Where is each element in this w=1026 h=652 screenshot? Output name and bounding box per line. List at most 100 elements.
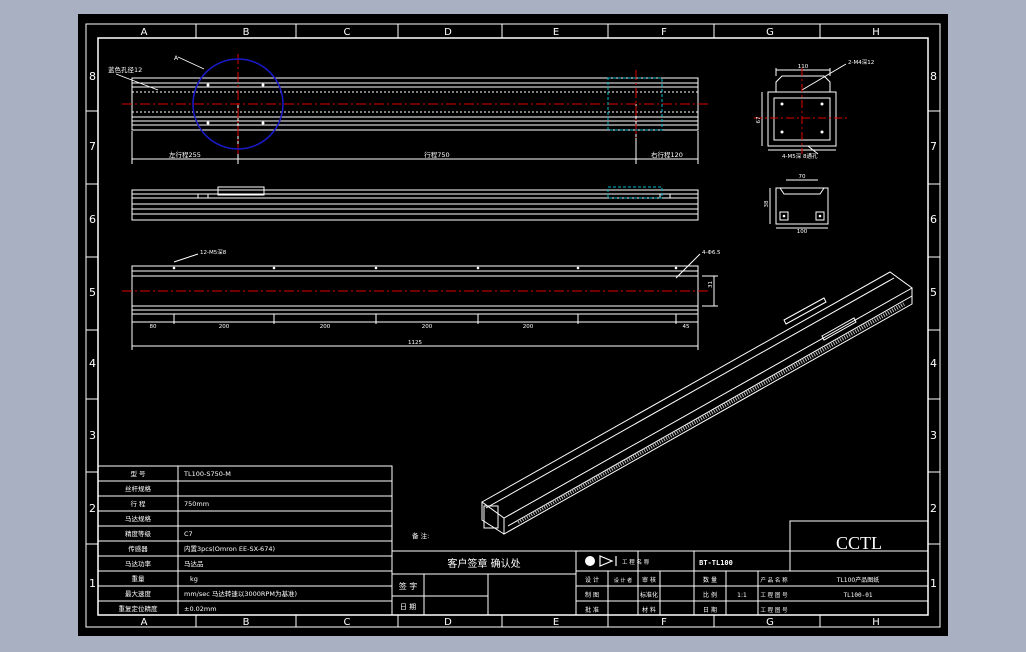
side-view xyxy=(131,186,699,221)
cad-drawing: A B C D E F G H A B C D E F G H 8 7 6 5 … xyxy=(85,23,941,628)
remarks-label: 备 注: xyxy=(412,531,429,540)
isometric-rail-hatch xyxy=(517,302,905,524)
title-block-drawing-code: TL100-01 xyxy=(844,592,873,599)
end-view-top-dim-width: 110 xyxy=(798,64,809,70)
column-ticks xyxy=(195,24,821,627)
end-view-top-note-bottom: 4-M5深 8通孔 xyxy=(782,152,818,160)
col-label-e-bottom: E xyxy=(553,617,559,628)
spec-label-repeat: 重复定位精度 xyxy=(119,604,159,613)
row-label-2-left: 2 xyxy=(89,502,96,515)
bottom-view-dim-height: 31 xyxy=(708,281,714,288)
title-block-designer-label: 设 计 xyxy=(585,576,599,584)
top-view-marker-a: A xyxy=(174,55,179,62)
spec-label-stroke: 行 程 xyxy=(130,499,146,508)
top-view-dim-stroke: 行程750 xyxy=(424,150,449,159)
spec-label-weight: 重量 xyxy=(132,575,146,583)
spec-label-accuracy: 精度等级 xyxy=(125,529,152,538)
row-label-1-right: 1 xyxy=(930,577,937,590)
end-view-top-note-right: 2-M4深12 xyxy=(848,58,874,66)
confirm-title: 客户签章 确认处 xyxy=(447,557,520,570)
spec-value-speed: mm/sec 马达转速以3000RPM为基准) xyxy=(184,589,297,598)
company-logo-icon xyxy=(585,555,617,567)
title-block-product-name: TL100产品图纸 xyxy=(836,576,879,584)
top-view-hole-note: 蓝色孔径12 xyxy=(108,65,142,74)
title-block-draft-label: 制 图 xyxy=(585,591,599,599)
top-view-dim-right: 右行程120 xyxy=(651,150,683,159)
spec-value-sensor: 内置3pcs(Omron EE-SX-674) xyxy=(184,544,275,553)
row-label-4-left: 4 xyxy=(89,357,96,370)
title-block-material-label: 材 料 xyxy=(642,606,656,614)
bottom-view-dim-seg-first: 80 xyxy=(150,324,157,330)
detail-box-side xyxy=(607,186,663,199)
brand-logo: CCTL xyxy=(836,533,882,553)
bottom-view-dim-seg-4: 200 xyxy=(523,324,534,330)
row-label-7-left: 7 xyxy=(89,140,96,153)
row-label-3-right: 3 xyxy=(930,429,937,442)
col-label-d-top: D xyxy=(444,27,452,38)
spec-value-power: 马达品 xyxy=(184,559,204,568)
title-block-drawing-no: BT-TL100 xyxy=(699,559,733,567)
bottom-view-dim-seg-last: 45 xyxy=(683,324,690,330)
title-block-designer-name: 设 计 者 xyxy=(614,577,632,584)
title-block-approve-label: 批 准 xyxy=(585,606,599,614)
spec-value-accuracy: C7 xyxy=(184,530,193,538)
spec-label-model: 型 号 xyxy=(130,469,146,478)
top-view-hole-leader xyxy=(115,73,159,91)
title-block-date-label: 日 期 xyxy=(703,606,717,614)
col-label-f-bottom: F xyxy=(661,617,667,628)
row-label-8-right: 8 xyxy=(930,70,937,83)
row-label-5-right: 5 xyxy=(930,286,937,299)
col-label-h-bottom: H xyxy=(872,617,880,628)
top-view-dim-left: 左行程255 xyxy=(169,150,201,159)
title-block-drawing-code-label: 工 程 图 号 xyxy=(760,591,788,599)
col-label-e-top: E xyxy=(553,27,559,38)
bottom-view-dim-total: 1125 xyxy=(408,340,422,346)
isometric-view xyxy=(481,271,913,535)
bottom-view-dim-seg-3: 200 xyxy=(422,324,433,330)
col-label-a-top: A xyxy=(141,27,148,38)
title-block-company-name-label: 工 程 名 称 xyxy=(622,558,650,566)
col-label-h-top: H xyxy=(872,27,880,38)
bottom-view-note-right: 4-Φ6.5 xyxy=(702,250,721,256)
title-block-scale-value: 1:1 xyxy=(737,592,747,599)
spec-value-stroke: 750mm xyxy=(184,500,209,508)
spec-label-motor: 马达规格 xyxy=(125,514,152,523)
col-label-b-top: B xyxy=(243,27,250,38)
title-block-qty-label: 数 量 xyxy=(703,576,717,584)
row-label-5-left: 5 xyxy=(89,286,96,299)
title-block-product-name-label: 产 品 名 称 xyxy=(760,576,788,584)
spec-value-weight: kg xyxy=(190,575,198,583)
spec-label-sensor: 传感器 xyxy=(128,544,148,553)
title-block-page-label: 工 程 图 号 xyxy=(760,606,788,614)
bottom-view-note-left: 12-M5深8 xyxy=(200,248,227,256)
title-block-scale-label: 比 例 xyxy=(703,591,717,599)
spec-value-repeat: ±0.02mm xyxy=(184,605,217,613)
col-label-g-top: G xyxy=(766,27,774,38)
end-view-top-dim-height: 67 xyxy=(756,116,762,123)
col-label-d-bottom: D xyxy=(444,617,452,628)
row-label-4-right: 4 xyxy=(930,357,937,370)
col-label-c-bottom: C xyxy=(344,617,351,628)
bottom-view xyxy=(131,253,718,350)
end-view-bottom-dim-bottom: 100 xyxy=(797,229,808,235)
top-view xyxy=(131,77,699,164)
row-label-8-left: 8 xyxy=(89,70,96,83)
spec-label-screw: 丝杆规格 xyxy=(125,484,152,493)
row-label-6-left: 6 xyxy=(89,213,96,226)
spec-label-power: 马达功率 xyxy=(125,559,152,568)
confirm-date-label: 日 期 xyxy=(400,603,416,611)
title-block-check-label: 审 核 xyxy=(642,576,656,584)
confirm-sign-label: 签 字 xyxy=(399,581,418,591)
spec-label-speed: 最大速度 xyxy=(125,589,152,598)
end-view-bottom xyxy=(769,179,829,229)
row-label-7-right: 7 xyxy=(930,140,937,153)
col-label-f-top: F xyxy=(661,27,667,38)
col-label-a-bottom: A xyxy=(141,617,148,628)
row-label-2-right: 2 xyxy=(930,502,937,515)
end-view-top xyxy=(761,63,847,155)
outer-border xyxy=(85,23,941,628)
bottom-view-dim-seg-2: 200 xyxy=(320,324,331,330)
drawing-sheet: A B C D E F G H A B C D E F G H 8 7 6 5 … xyxy=(78,14,948,636)
row-label-6-right: 6 xyxy=(930,213,937,226)
row-label-1-left: 1 xyxy=(89,577,96,590)
